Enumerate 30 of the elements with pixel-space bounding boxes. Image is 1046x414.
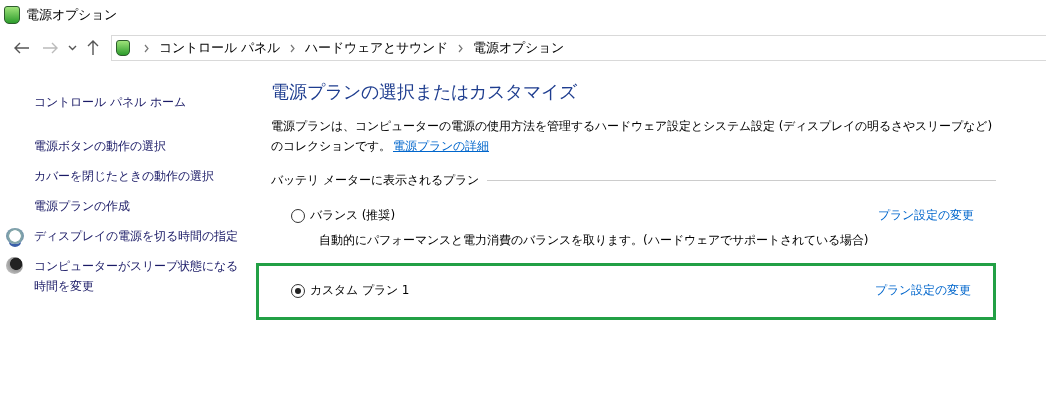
- address-bar[interactable]: コントロール パネル ハードウェアとサウンド 電源オプション: [111, 35, 1046, 61]
- chevron-icon: [290, 43, 296, 53]
- plan-settings-link[interactable]: プラン設定の変更: [878, 207, 974, 224]
- chevron-icon: [458, 43, 464, 53]
- plan-name[interactable]: カスタム プラン 1: [310, 282, 410, 299]
- moon-icon: [6, 257, 23, 274]
- plan-settings-link[interactable]: プラン設定の変更: [875, 282, 971, 299]
- chevron-icon: [144, 43, 149, 53]
- description-text: 電源プランは、コンピューターの電源の使用方法を管理するハードウェア設定とシステム設定 (ディスプレイの明るさやスリープなど) のコレクションです。 電源プランの詳細: [271, 118, 994, 155]
- breadcrumb-item[interactable]: 電源オプション: [473, 39, 565, 57]
- breadcrumb-item[interactable]: コントロール パネル: [159, 39, 281, 57]
- power-options-icon: [116, 40, 130, 56]
- window-title: 電源オプション: [26, 6, 117, 24]
- sidebar-link[interactable]: 電源プランの作成: [34, 196, 130, 216]
- page-heading: 電源プランの選択またはカスタマイズ: [271, 80, 578, 104]
- clock-icon: [6, 228, 24, 244]
- sidebar-link[interactable]: コンピューターがスリープ状態になる時間を変更: [34, 256, 239, 296]
- details-link[interactable]: 電源プランの詳細: [393, 139, 489, 153]
- power-options-icon: [4, 6, 20, 24]
- breadcrumb-item[interactable]: ハードウェアとサウンド: [305, 39, 449, 57]
- sidebar-link[interactable]: ディスプレイの電源を切る時間の指定: [34, 226, 238, 246]
- sidebar-link[interactable]: 電源ボタンの動作の選択: [34, 136, 166, 156]
- up-button[interactable]: [87, 40, 99, 56]
- plan-description: 自動的にパフォーマンスと電力消費のバランスを取ります。(ハードウェアでサポートされている場合): [319, 232, 870, 249]
- sidebar-link[interactable]: カバーを閉じたときの動作の選択: [34, 166, 214, 186]
- sidebar-link[interactable]: コントロール パネル ホーム: [34, 92, 239, 112]
- group-label: バッテリ メーターに表示されるプラン: [271, 172, 479, 189]
- back-button[interactable]: [14, 42, 30, 54]
- recent-locations-button[interactable]: [68, 45, 77, 51]
- plan-name[interactable]: バランス (推奨): [310, 207, 396, 224]
